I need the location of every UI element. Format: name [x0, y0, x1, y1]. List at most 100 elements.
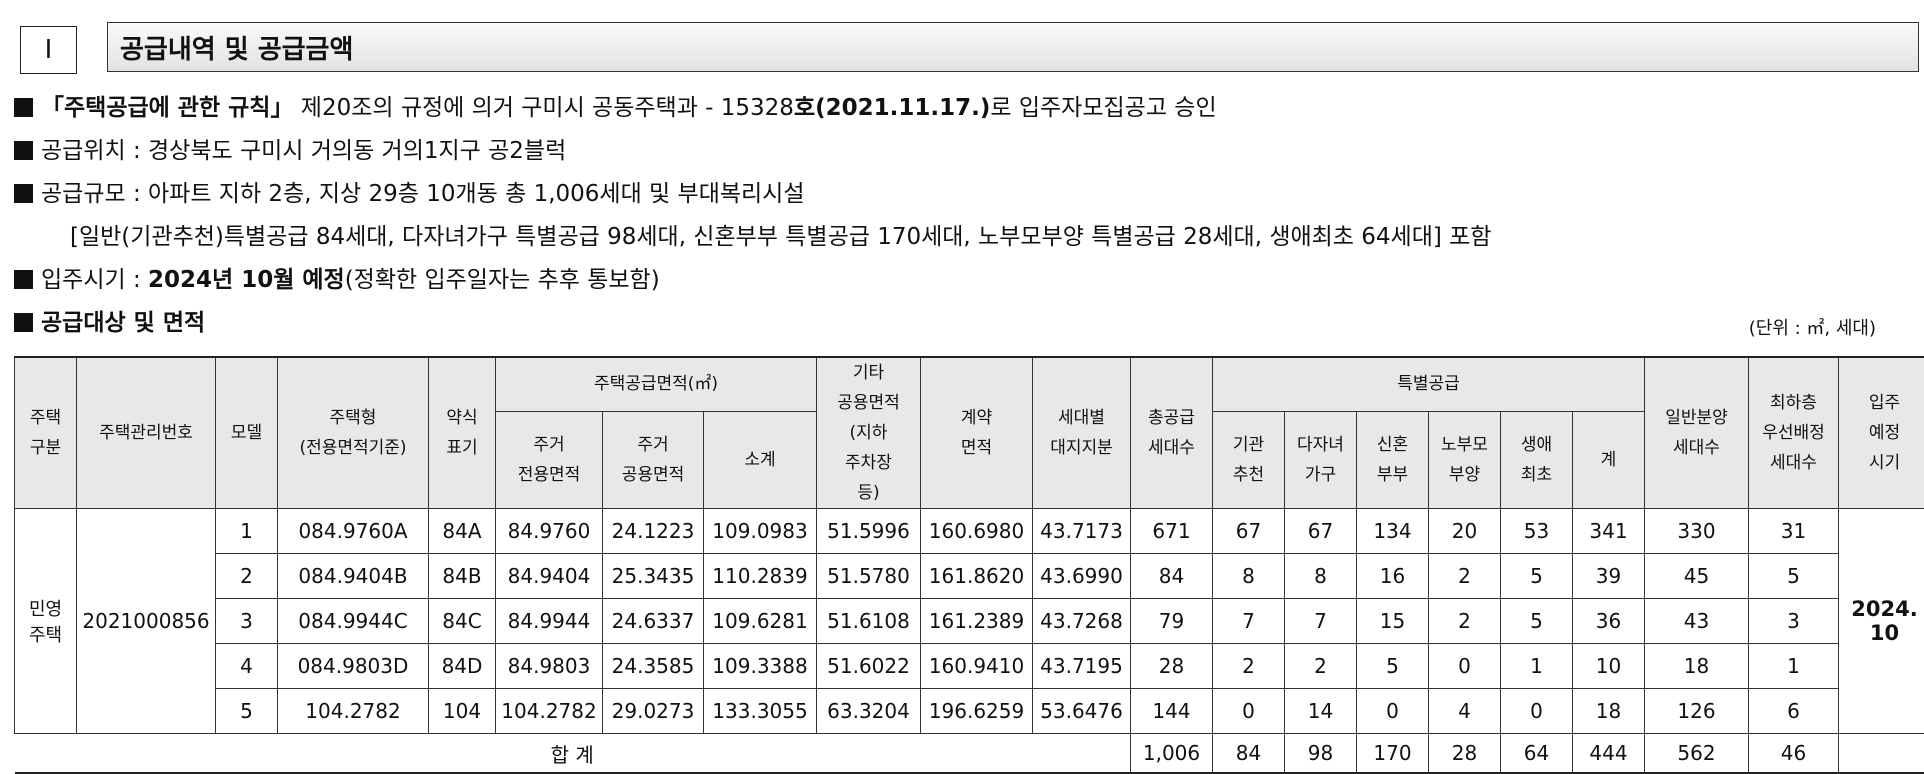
- header-excl: 주거 전용면적: [496, 411, 603, 508]
- table-cell: 7: [1213, 599, 1285, 644]
- total-cell: 1,006: [1131, 734, 1213, 774]
- table-cell: 18: [1573, 689, 1645, 734]
- table-cell: 2: [1213, 644, 1285, 689]
- table-cell: 3: [1749, 599, 1839, 644]
- table-cell: 0: [1357, 689, 1429, 734]
- table-row: 5104.2782104104.278229.0273133.305563.32…: [15, 689, 1924, 734]
- header-supply-area: 주택공급면적(㎡): [496, 357, 817, 411]
- header-other-common: 기타 공용면적 (지하 주차장 등): [817, 357, 921, 509]
- header-model: 모델: [216, 357, 278, 509]
- table-cell: 2: [1285, 644, 1357, 689]
- table-cell: 31: [1749, 509, 1839, 554]
- table-cell: 43.7173: [1033, 509, 1131, 554]
- approval-number: 호(2021.11.17.): [794, 95, 990, 121]
- table-cell: 109.0983: [704, 509, 817, 554]
- rule-title: 「주택공급에 관한 규칙」: [41, 95, 293, 121]
- table-cell: 6: [1749, 689, 1839, 734]
- bullet-location: 공급위치 : 경상북도 구미시 거의동 거의1지구 공2블럭: [14, 136, 566, 166]
- table-cell: 084.9944C: [278, 599, 429, 644]
- square-bullet-icon: [14, 141, 33, 160]
- table-cell: 160.9410: [921, 644, 1033, 689]
- table-cell: 43.6990: [1033, 554, 1131, 599]
- table-cell: 53: [1501, 509, 1573, 554]
- square-bullet-icon: [14, 184, 33, 203]
- table-cell: 0: [1429, 644, 1501, 689]
- total-cell: 444: [1573, 734, 1645, 774]
- table-cell: 84.9803: [496, 644, 603, 689]
- header-sp-parent: 노부모 부양: [1429, 411, 1501, 508]
- header-housing-type: 주택형 (전용면적기준): [278, 357, 429, 509]
- table-cell: 39: [1573, 554, 1645, 599]
- header-common: 주거 공용면적: [603, 411, 704, 508]
- header-type: 주택 구분: [15, 357, 77, 509]
- header-short: 약식 표기: [429, 357, 496, 509]
- table-cell: 10: [1573, 644, 1645, 689]
- table-cell: 1: [1749, 644, 1839, 689]
- table-cell: 84.9944: [496, 599, 603, 644]
- table-cell: 3: [216, 599, 278, 644]
- bullet-approval: 「주택공급에 관한 규칙」 제20조의 규정에 의거 구미시 공동주택과 - 1…: [14, 93, 1217, 123]
- header-sp-inst: 기관 추천: [1213, 411, 1285, 508]
- movein-label: 입주시기 :: [41, 267, 148, 293]
- table-cell: 109.3388: [704, 644, 817, 689]
- table-row: 4084.9803D84D84.980324.3585109.338851.60…: [15, 644, 1924, 689]
- total-cell: 170: [1357, 734, 1429, 774]
- table-cell: 1: [216, 509, 278, 554]
- table-row: 2084.9404B84B84.940425.3435110.283951.57…: [15, 554, 1924, 599]
- square-bullet-icon: [14, 313, 33, 332]
- total-empty-cell: [1839, 734, 1924, 774]
- table-cell: 144: [1131, 689, 1213, 734]
- table-cell: 084.9760A: [278, 509, 429, 554]
- bullet-supply-target: 공급대상 및 면적: [14, 308, 205, 338]
- table-cell: 51.6108: [817, 599, 921, 644]
- table-cell: 104: [429, 689, 496, 734]
- header-lowest: 최하층 우선배정 세대수: [1749, 357, 1839, 509]
- movein-note: (정확한 입주일자는 추후 통보함): [345, 267, 660, 293]
- table-cell: 2: [1429, 599, 1501, 644]
- header-contract: 계약 면적: [921, 357, 1033, 509]
- table-cell: 14: [1285, 689, 1357, 734]
- table-cell: 29.0273: [603, 689, 704, 734]
- total-label: 합 계: [15, 734, 1131, 774]
- table-cell: 84A: [429, 509, 496, 554]
- table-cell: 104.2782: [496, 689, 603, 734]
- table-cell: 25.3435: [603, 554, 704, 599]
- bullet-movein: 입주시기 : 2024년 10월 예정(정확한 입주일자는 추후 통보함): [14, 265, 660, 295]
- header-general: 일반분양 세대수: [1645, 357, 1749, 509]
- special-supply-note: [일반(기관추천)특별공급 84세대, 다자녀가구 특별공급 98세대, 신혼부…: [70, 222, 1491, 252]
- table-cell: 51.6022: [817, 644, 921, 689]
- table-cell: 53.6476: [1033, 689, 1131, 734]
- table-cell: 5: [1357, 644, 1429, 689]
- location-text: 공급위치 : 경상북도 구미시 거의동 거의1지구 공2블럭: [41, 138, 566, 164]
- table-cell: 24.3585: [603, 644, 704, 689]
- table-cell: 84.9404: [496, 554, 603, 599]
- table-cell: 126: [1645, 689, 1749, 734]
- table-cell: 84B: [429, 554, 496, 599]
- header-subtotal: 소계: [704, 411, 817, 508]
- square-bullet-icon: [14, 270, 33, 289]
- total-cell: 562: [1645, 734, 1749, 774]
- table-cell: 160.6980: [921, 509, 1033, 554]
- table-cell: 67: [1285, 509, 1357, 554]
- table-cell: 79: [1131, 599, 1213, 644]
- table-cell: 341: [1573, 509, 1645, 554]
- table-cell: 15: [1357, 599, 1429, 644]
- table-cell: 84.9760: [496, 509, 603, 554]
- table-cell: 133.3055: [704, 689, 817, 734]
- header-special: 특별공급: [1213, 357, 1645, 411]
- table-cell: 8: [1285, 554, 1357, 599]
- approval-text: 제20조의 규정에 의거 구미시 공동주택과 - 15328: [293, 95, 793, 121]
- table-row: 민영 주택 2021000856 1084.9760A84A84.976024.…: [15, 509, 1924, 554]
- total-cell: 46: [1749, 734, 1839, 774]
- table-cell: 4: [216, 644, 278, 689]
- table-cell: 51.5780: [817, 554, 921, 599]
- table-cell: 24.1223: [603, 509, 704, 554]
- table-cell: 1: [1501, 644, 1573, 689]
- section-title: 공급내역 및 공급금액: [107, 22, 1919, 72]
- table-cell: 5: [1501, 554, 1573, 599]
- section-number: Ⅰ: [20, 26, 77, 74]
- table-cell: 67: [1213, 509, 1285, 554]
- total-cell: 28: [1429, 734, 1501, 774]
- total-cell: 64: [1501, 734, 1573, 774]
- table-cell: 4: [1429, 689, 1501, 734]
